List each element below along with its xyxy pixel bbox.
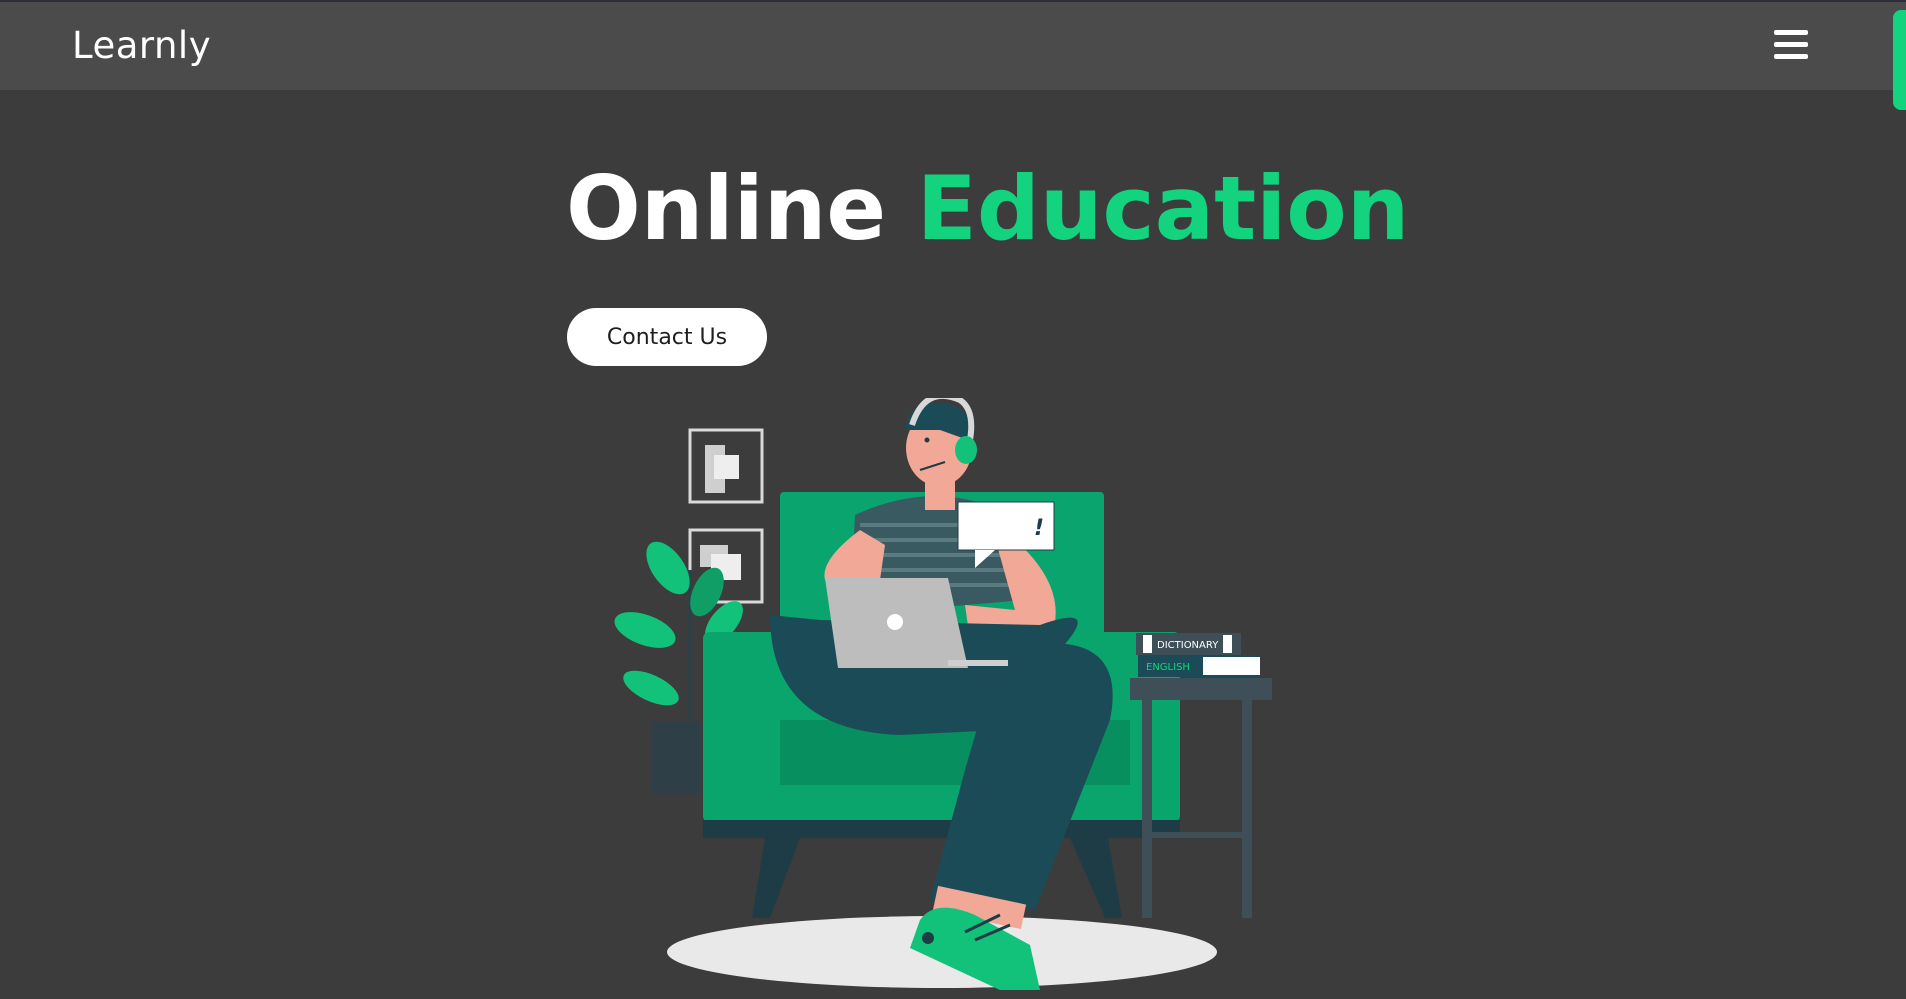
book-label-english: ENGLISH — [1146, 662, 1190, 673]
menu-bar-top — [1774, 30, 1808, 35]
scroll-indicator[interactable] — [1893, 10, 1906, 110]
book-stack: DICTIONARY ENGLISH — [1136, 633, 1260, 677]
menu-bar-middle — [1774, 42, 1808, 47]
wall-frame-top — [688, 428, 764, 504]
hero-title: Online Education — [566, 156, 1409, 262]
hamburger-menu-icon[interactable] — [1774, 30, 1810, 64]
speech-bubble-mark: ! — [1034, 516, 1044, 541]
side-table — [1130, 678, 1272, 918]
online-learning-illustration: DICTIONARY ENGLISH ! — [614, 398, 1272, 990]
book-label-dictionary: DICTIONARY — [1157, 640, 1219, 651]
menu-bar-bottom — [1774, 54, 1808, 59]
navbar: Learnly — [0, 2, 1906, 90]
person — [770, 398, 1113, 990]
hero-title-part1: Online — [566, 157, 887, 260]
brand-logo[interactable]: Learnly — [72, 24, 211, 67]
contact-us-button[interactable]: Contact Us — [567, 308, 767, 366]
hero-title-accent: Education — [916, 157, 1410, 260]
